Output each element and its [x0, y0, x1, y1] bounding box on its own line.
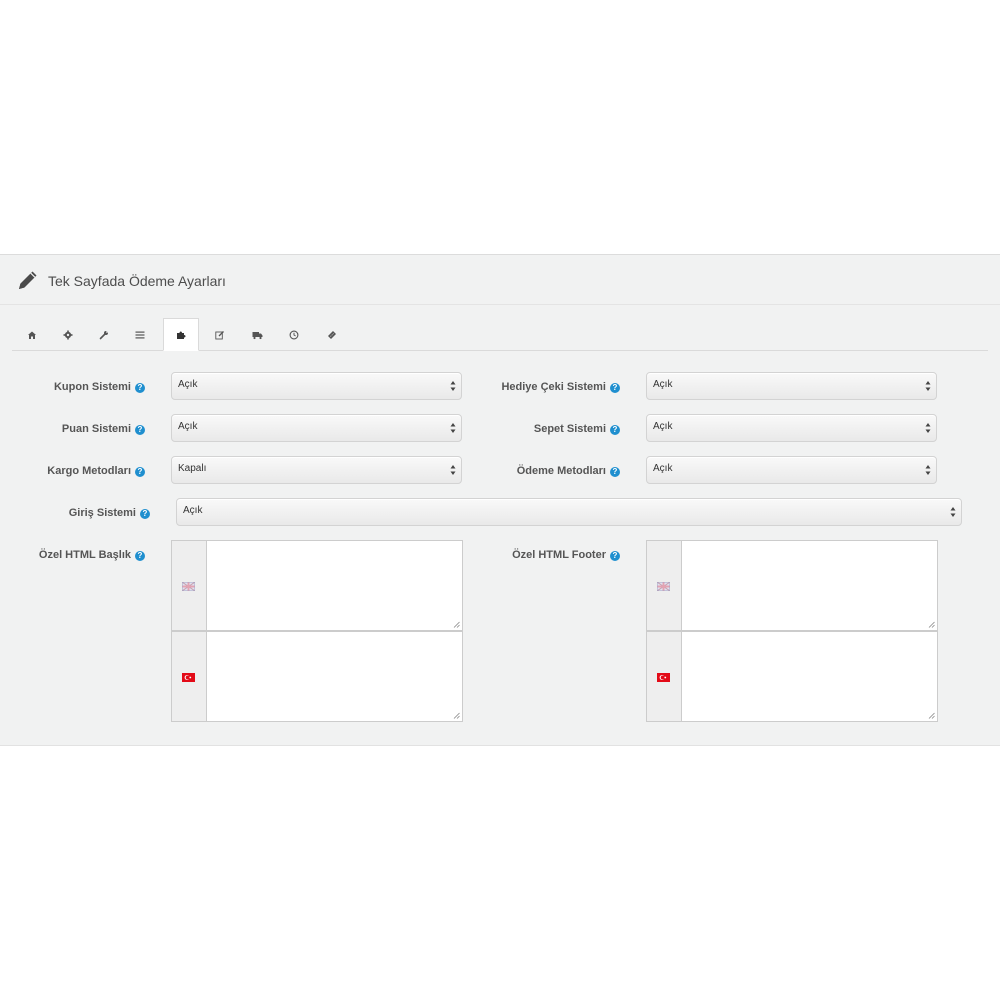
language-addon — [647, 541, 682, 630]
help-icon[interactable]: ? — [135, 467, 145, 477]
select-arrows-icon — [950, 507, 956, 517]
language-addon — [647, 632, 682, 721]
kargo-select[interactable]: Kapalı — [171, 456, 462, 484]
footer-tr-textarea[interactable] — [682, 632, 937, 721]
help-icon[interactable]: ? — [140, 509, 150, 519]
baslik-tr-textarea[interactable] — [207, 632, 462, 721]
wrench-icon — [99, 330, 108, 339]
turkish-flag-icon — [657, 673, 670, 682]
baslik-en-group — [171, 540, 463, 631]
odeme-label: Ödeme Metodları? — [517, 465, 620, 477]
footer-en-textarea[interactable] — [682, 541, 937, 630]
giris-label: Giriş Sistemi? — [69, 507, 150, 519]
footer-tr-group — [646, 631, 938, 722]
tab-settings[interactable] — [50, 318, 86, 351]
english-flag-icon — [182, 582, 195, 591]
clock-icon — [289, 330, 299, 339]
baslik-label: Özel HTML Başlık? — [39, 549, 145, 561]
tab-list[interactable] — [122, 318, 158, 351]
help-icon[interactable]: ? — [610, 425, 620, 435]
help-icon[interactable]: ? — [135, 551, 145, 561]
select-arrows-icon — [450, 381, 456, 391]
ticket-icon — [328, 330, 336, 339]
tab-tools[interactable] — [86, 318, 122, 351]
puan-label: Puan Sistemi? — [62, 423, 145, 435]
kupon-select[interactable]: Açık — [171, 372, 462, 400]
puan-select[interactable]: Açık — [171, 414, 462, 442]
footer-label: Özel HTML Footer? — [512, 549, 620, 561]
footer-en-group — [646, 540, 938, 631]
page-title: Tek Sayfada Ödeme Ayarları — [48, 273, 226, 289]
home-icon — [28, 331, 36, 339]
kargo-label: Kargo Metodları? — [47, 465, 145, 477]
help-icon[interactable]: ? — [610, 467, 620, 477]
settings-panel: Tek Sayfada Ödeme Ayarları Kupon Sistemi… — [0, 254, 1000, 746]
select-arrows-icon — [925, 423, 931, 433]
puzzle-icon — [176, 331, 185, 339]
select-arrows-icon — [925, 465, 931, 475]
resize-handle-icon[interactable] — [453, 621, 460, 628]
language-addon — [172, 632, 207, 721]
select-arrows-icon — [925, 381, 931, 391]
tab-edit[interactable] — [202, 318, 238, 351]
tab-bar — [12, 318, 988, 351]
hediye-select[interactable]: Açık — [646, 372, 937, 400]
odeme-select[interactable]: Açık — [646, 456, 937, 484]
baslik-en-textarea[interactable] — [207, 541, 462, 630]
tab-home[interactable] — [14, 318, 50, 351]
pencil-icon — [19, 271, 37, 289]
tab-coupons[interactable] — [314, 318, 350, 351]
english-flag-icon — [657, 582, 670, 591]
help-icon[interactable]: ? — [610, 551, 620, 561]
sepet-select[interactable]: Açık — [646, 414, 937, 442]
hediye-label: Hediye Çeki Sistemi? — [501, 381, 620, 393]
turkish-flag-icon — [182, 673, 195, 682]
kupon-label: Kupon Sistemi? — [54, 381, 145, 393]
edit-icon — [215, 330, 224, 339]
help-icon[interactable]: ? — [610, 383, 620, 393]
truck-icon — [252, 331, 262, 339]
tab-modules[interactable] — [163, 318, 199, 351]
help-icon[interactable]: ? — [135, 383, 145, 393]
tab-shipping[interactable] — [239, 318, 275, 351]
resize-handle-icon[interactable] — [928, 712, 935, 719]
tab-history[interactable] — [276, 318, 312, 351]
select-arrows-icon — [450, 465, 456, 475]
panel-heading: Tek Sayfada Ödeme Ayarları — [0, 255, 1000, 305]
select-arrows-icon — [450, 423, 456, 433]
sepet-label: Sepet Sistemi? — [534, 423, 620, 435]
cog-icon — [63, 330, 73, 339]
language-addon — [172, 541, 207, 630]
giris-select[interactable]: Açık — [176, 498, 962, 526]
help-icon[interactable]: ? — [135, 425, 145, 435]
resize-handle-icon[interactable] — [453, 712, 460, 719]
resize-handle-icon[interactable] — [928, 621, 935, 628]
list-icon — [135, 331, 145, 338]
baslik-tr-group — [171, 631, 463, 722]
